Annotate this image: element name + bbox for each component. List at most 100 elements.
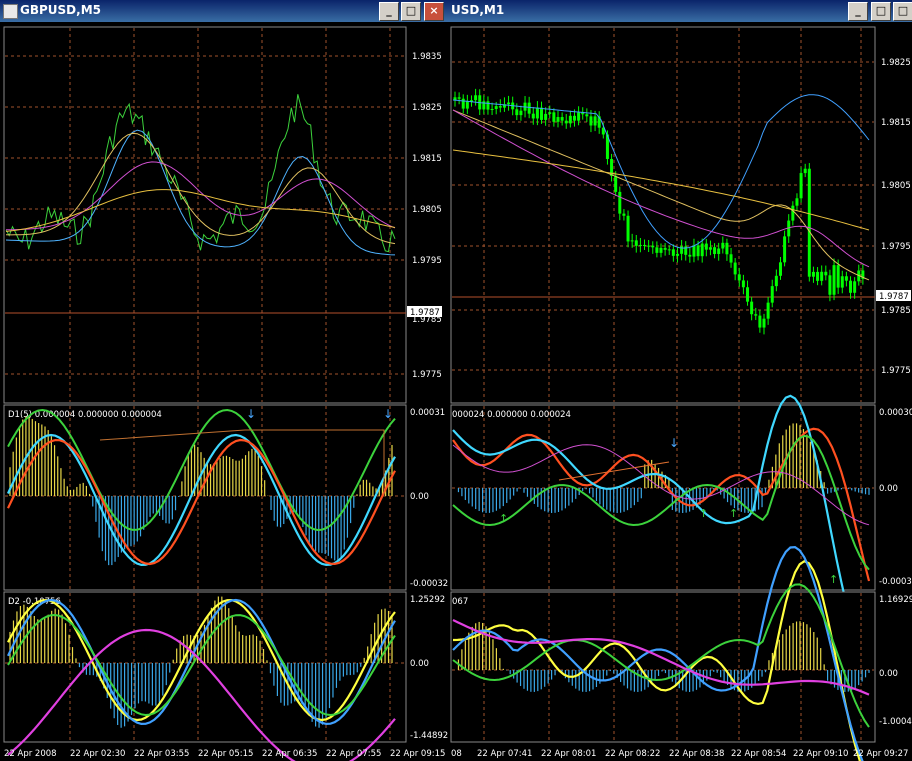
right-candle-body bbox=[836, 265, 840, 288]
left-time-tick: 22 Apr 06:35 bbox=[262, 749, 317, 759]
right-candle-body bbox=[758, 315, 762, 328]
right-candle-body bbox=[811, 271, 815, 277]
left-price-tick: 1.9815 bbox=[412, 154, 442, 164]
right-time-tick: 22 Apr 09:10 bbox=[793, 749, 848, 759]
right-candle-body bbox=[465, 101, 469, 109]
right-candle-body bbox=[737, 274, 741, 281]
left-price-tick: 1.9775 bbox=[412, 370, 442, 380]
left-chart-canvas[interactable]: 1.98351.98251.98151.98051.97951.97851.97… bbox=[0, 0, 449, 761]
right-candle-body bbox=[820, 271, 824, 281]
right-candle-body bbox=[783, 236, 787, 263]
right-sub1-top: 0.00030 bbox=[879, 408, 912, 418]
right-sub2-panel bbox=[450, 591, 876, 743]
right-candle-body bbox=[638, 244, 642, 246]
right-candle-body bbox=[688, 254, 692, 257]
left-price-tick: 1.9835 bbox=[412, 52, 442, 62]
right-candle-body bbox=[626, 215, 630, 242]
right-sub1-bot: -0.00030 bbox=[879, 577, 912, 587]
right-time-tick: 22 Apr 08:38 bbox=[669, 749, 724, 759]
right-sub1-panel bbox=[450, 404, 876, 591]
right-chart-window[interactable]: USD,M1 _ □ □ 1.9825 1.9815 1.9805 1.9795 1.9… bbox=[449, 0, 912, 761]
right-price-tick: 1.9795 bbox=[881, 242, 911, 252]
right-candle-body bbox=[531, 113, 535, 119]
right-candle-body bbox=[828, 275, 832, 295]
right-time-tick: 22 Apr 08:01 bbox=[541, 749, 596, 759]
right-price-tick: 1.9815 bbox=[881, 118, 911, 128]
right-candle-body bbox=[725, 242, 729, 255]
right-candle-body bbox=[733, 262, 737, 275]
left-sub2-panel bbox=[3, 591, 407, 743]
right-candle-body bbox=[799, 173, 803, 199]
right-candle-body bbox=[807, 168, 811, 277]
right-candle-body bbox=[457, 97, 461, 99]
right-candle-body bbox=[659, 247, 663, 253]
right-candle-body bbox=[585, 114, 589, 117]
right-candle-body bbox=[717, 248, 721, 254]
right-candle-body bbox=[840, 276, 844, 288]
right-candle-body bbox=[692, 245, 696, 257]
right-sub2-mid: 0.00 bbox=[879, 669, 898, 679]
right-current-price: 1.9787 bbox=[879, 292, 909, 302]
left-time-tick: 22 Apr 03:55 bbox=[134, 749, 189, 759]
right-candle-body bbox=[564, 120, 568, 124]
right-candle-body bbox=[844, 276, 848, 281]
right-candle-body bbox=[643, 244, 647, 246]
left-time-tick: 22 Apr 07:55 bbox=[326, 749, 381, 759]
right-candle-body bbox=[474, 95, 478, 101]
right-candle-body bbox=[832, 265, 836, 295]
right-candle-body bbox=[507, 102, 511, 105]
right-sub2-bot: -1.00042 bbox=[879, 717, 912, 727]
left-sub1-top: 0.00031 bbox=[410, 408, 445, 418]
right-candle-body bbox=[540, 107, 544, 120]
right-candle-body bbox=[535, 107, 539, 119]
right-candle-body bbox=[721, 242, 725, 249]
right-price-tick: 1.9785 bbox=[881, 306, 911, 316]
right-candle-body bbox=[630, 240, 634, 242]
right-candle-body bbox=[486, 101, 490, 110]
right-candle-body bbox=[572, 115, 576, 121]
right-candle-body bbox=[791, 205, 795, 221]
right-sub2-top: 1.16929 bbox=[879, 595, 912, 605]
right-candle-body bbox=[556, 117, 560, 122]
right-candle-body bbox=[671, 249, 675, 256]
right-chart-canvas[interactable]: 1.9825 1.9815 1.9805 1.9795 1.9785 1.9775 1.97… bbox=[449, 0, 912, 761]
right-sub1-arrow-up-2: ↑ bbox=[699, 507, 708, 520]
right-candle-body bbox=[548, 112, 552, 114]
right-candle-body bbox=[762, 318, 766, 328]
right-candle-body bbox=[622, 213, 626, 216]
left-chart-window[interactable]: GBPUSD,M5 _ □ × 1.9835 1.9825 1.9815 1.9805… bbox=[0, 0, 449, 761]
right-time-tick: 22 Apr 09:27 bbox=[853, 749, 908, 759]
right-candle-body bbox=[589, 116, 593, 126]
right-candle-body bbox=[667, 249, 671, 251]
right-candle-body bbox=[708, 247, 712, 250]
right-candle-body bbox=[634, 240, 638, 246]
left-sub1-bot: -0.00032 bbox=[410, 579, 448, 589]
right-candle-body bbox=[803, 168, 807, 174]
right-candle-body bbox=[655, 247, 659, 253]
right-candle-body bbox=[651, 245, 655, 248]
right-candle-body bbox=[515, 109, 519, 116]
right-candle-body bbox=[853, 281, 857, 293]
right-candle-body bbox=[519, 110, 523, 116]
right-time-tick: 22 Apr 08:22 bbox=[605, 749, 660, 759]
right-candle-body bbox=[713, 247, 717, 254]
right-candle-body bbox=[498, 106, 502, 108]
right-sub1-arrow-up: ↑ bbox=[499, 512, 508, 525]
right-candle-body bbox=[754, 314, 758, 316]
left-main-panel bbox=[3, 26, 407, 404]
right-price-tick: 1.9775 bbox=[881, 366, 911, 376]
right-sub1-mid: 0.00 bbox=[879, 484, 898, 494]
right-candle-body bbox=[816, 271, 820, 281]
right-candle-body bbox=[704, 243, 708, 250]
right-candle-body bbox=[568, 115, 572, 124]
right-candle-body bbox=[618, 191, 622, 214]
left-sub2-mid: 0.00 bbox=[410, 659, 429, 669]
right-candle-body bbox=[663, 247, 667, 250]
right-time-tick: 22 Apr 08:54 bbox=[731, 749, 786, 759]
right-sub1-arrow-up-3: ↑ bbox=[729, 507, 738, 520]
right-candle-body bbox=[750, 301, 754, 315]
right-candle-body bbox=[746, 287, 750, 302]
left-sub1-arrow-down: ↓ bbox=[246, 407, 256, 421]
right-price-tick: 1.9805 bbox=[881, 181, 911, 191]
right-candle-body bbox=[560, 117, 564, 121]
